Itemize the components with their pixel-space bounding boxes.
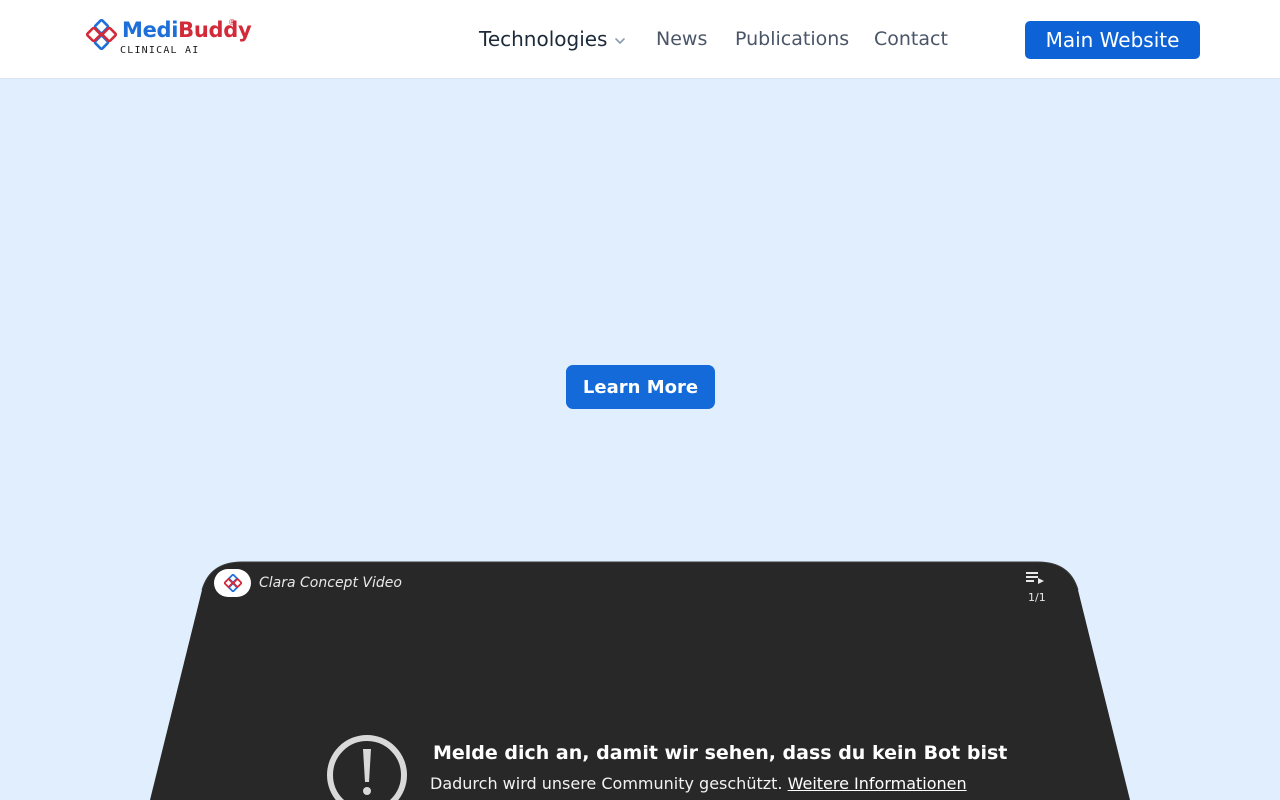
video-bezel: [150, 561, 1130, 800]
medibuddy-logo[interactable]: MediBuddy ® CLINICAL AI: [86, 18, 252, 60]
playlist-count: 1/1: [1028, 591, 1046, 604]
playlist-button[interactable]: 1/1: [1024, 570, 1054, 606]
video-title[interactable]: Clara Concept Video: [259, 575, 402, 591]
chevron-down-icon: [615, 37, 626, 44]
learn-more-button[interactable]: Learn More: [566, 365, 715, 409]
nav-news[interactable]: News: [656, 28, 707, 50]
sign-in-heading: Melde dich an, damit wir sehen, dass du …: [433, 742, 1008, 764]
logo-word-buddy: Buddy: [178, 18, 252, 42]
medibuddy-logo-icon: [86, 19, 117, 50]
nav-technologies-label: Technologies: [479, 27, 608, 51]
logo-word-medi: Medi: [122, 18, 179, 42]
channel-avatar[interactable]: [214, 569, 251, 597]
nav-publications[interactable]: Publications: [735, 28, 849, 50]
sign-in-message-text: Dadurch wird unsere Community geschützt.: [430, 774, 783, 793]
nav-contact[interactable]: Contact: [874, 28, 948, 50]
alert-icon: [327, 735, 407, 800]
nav-technologies[interactable]: Technologies: [479, 27, 627, 51]
logo-tagline: CLINICAL AI: [120, 45, 200, 56]
site-header: MediBuddy ® CLINICAL AI Technologies New…: [0, 0, 1280, 79]
channel-logo-icon: [223, 574, 242, 592]
main-website-button[interactable]: Main Website: [1025, 21, 1200, 59]
registered-mark: ®: [228, 18, 236, 27]
more-info-link[interactable]: Weitere Informationen: [788, 774, 967, 793]
playlist-icon: [1026, 572, 1044, 584]
video-embed[interactable]: Clara Concept Video 1/1 Melde dich an, d…: [150, 560, 1130, 800]
sign-in-message: Dadurch wird unsere Community geschützt.…: [430, 774, 967, 793]
